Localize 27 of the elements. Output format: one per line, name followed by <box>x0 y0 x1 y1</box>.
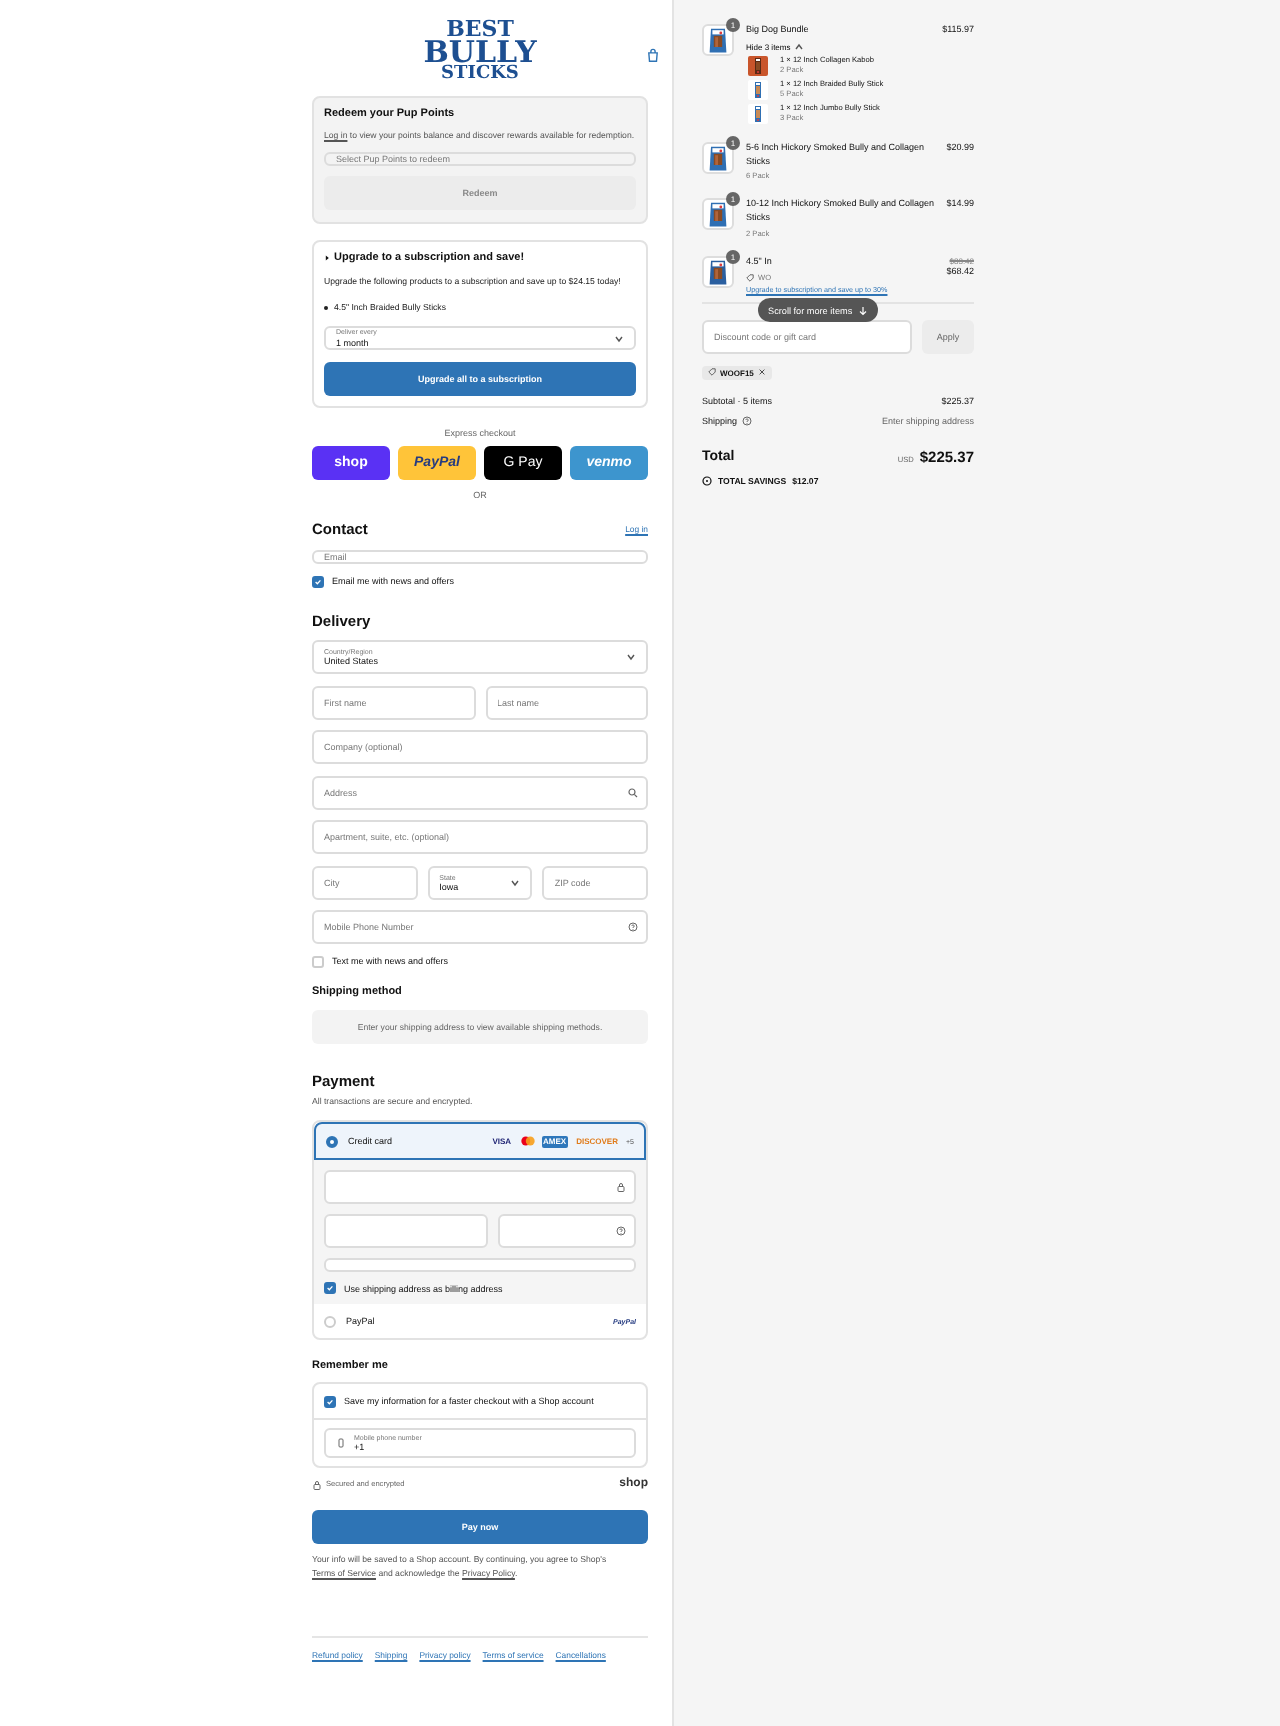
mastercard-icon <box>519 1136 536 1147</box>
checkbox[interactable] <box>324 1395 336 1408</box>
savings-tag-icon <box>702 475 712 485</box>
chevron-icon <box>626 652 636 663</box>
name-on-card-field[interactable] <box>324 1258 636 1273</box>
lock-icon <box>312 1479 322 1490</box>
chevron-icon <box>510 877 521 888</box>
help-icon <box>741 415 752 425</box>
checkbox[interactable] <box>324 1282 336 1295</box>
close-icon[interactable] <box>757 368 766 376</box>
help-icon <box>616 1226 626 1237</box>
chevron-icon <box>794 41 805 52</box>
radio-button[interactable] <box>326 1135 338 1148</box>
lock-icon <box>616 1182 626 1193</box>
help-icon <box>628 922 638 933</box>
expiry-field[interactable] <box>324 1214 487 1249</box>
logo[interactable]: BEST BULLY STICKS <box>423 20 537 90</box>
tag-icon <box>708 368 716 376</box>
tag-icon <box>746 273 754 281</box>
search-icon <box>628 787 638 798</box>
checkbox[interactable] <box>312 575 324 588</box>
security-code-field[interactable] <box>497 1214 636 1249</box>
chevron-icon <box>614 333 624 344</box>
shopping-bag-icon[interactable] <box>646 48 660 62</box>
phone-icon <box>336 1438 346 1449</box>
card-number-field[interactable] <box>324 1170 636 1205</box>
arrow-down-icon <box>858 305 869 315</box>
